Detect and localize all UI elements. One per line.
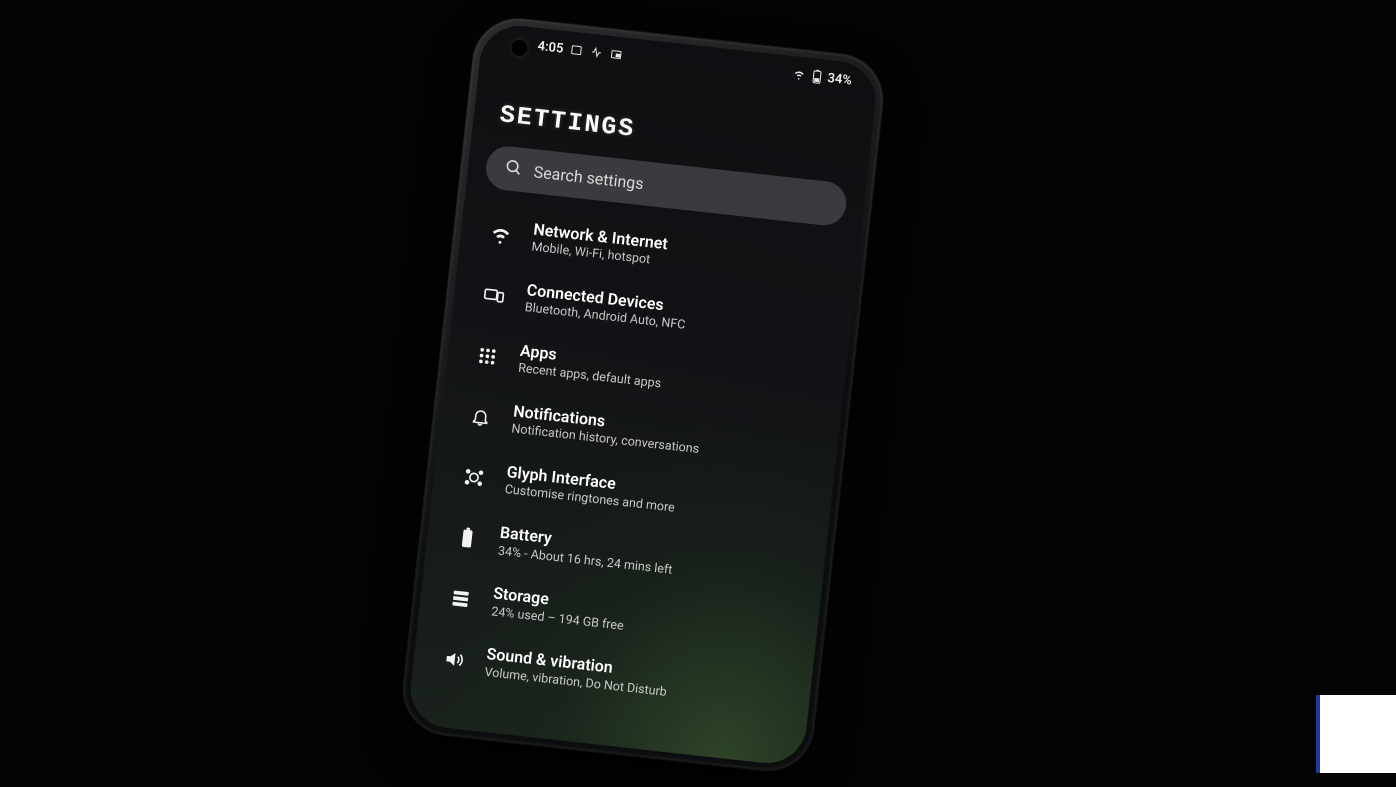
battery-solid-icon — [452, 523, 483, 554]
phone: 4:05 — [399, 14, 888, 775]
phone-frame: 4:05 — [399, 14, 888, 775]
pip-icon — [608, 48, 623, 61]
bell-icon — [465, 401, 496, 432]
status-battery-text: 34% — [827, 70, 853, 88]
volume-icon — [438, 644, 469, 675]
devices-icon — [479, 280, 510, 311]
app-card-icon — [569, 43, 584, 56]
glyph-icon — [459, 462, 490, 493]
settings-list: Network & Internet Mobile, Wi-Fi, hotspo… — [411, 200, 860, 729]
status-time: 4:05 — [537, 38, 564, 56]
battery-icon — [809, 70, 824, 83]
search-placeholder: Search settings — [533, 162, 645, 193]
wifi-icon — [791, 68, 806, 81]
status-bar-right: 34% — [791, 66, 853, 88]
status-bar-left: 4:05 — [537, 38, 624, 62]
apps-grid-icon — [472, 340, 503, 371]
storage-icon — [445, 583, 476, 614]
corner-overlay — [1316, 695, 1396, 773]
phone-screen: 4:05 — [407, 22, 880, 767]
wifi-icon — [485, 219, 516, 250]
search-icon — [503, 157, 523, 181]
activity-icon — [589, 46, 604, 59]
